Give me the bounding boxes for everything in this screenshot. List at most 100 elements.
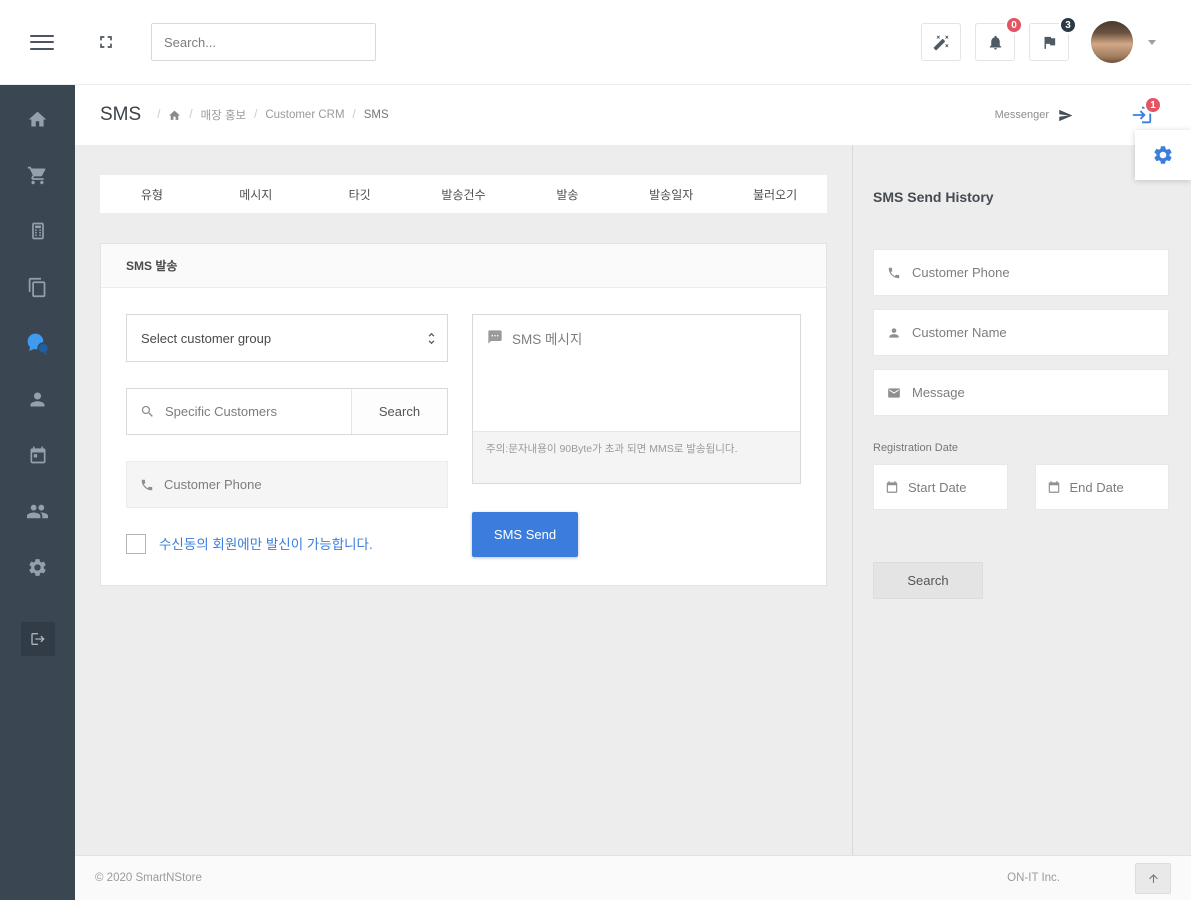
sms-send-card: SMS 발송 Select customer group Search bbox=[100, 243, 827, 586]
breadcrumb-bar: SMS / / 매장 홍보 / Customer CRM / SMS Messe… bbox=[75, 85, 1191, 145]
sms-send-button[interactable]: SMS Send bbox=[472, 512, 578, 557]
notifications-badge: 0 bbox=[1005, 16, 1023, 34]
calendar-icon bbox=[1047, 480, 1061, 494]
sidebar-item-documents[interactable] bbox=[0, 259, 75, 315]
home-crumb-icon[interactable] bbox=[168, 109, 181, 122]
column-message[interactable]: 메시지 bbox=[204, 186, 308, 203]
sidebar-item-users[interactable] bbox=[0, 483, 75, 539]
flag-badge: 3 bbox=[1059, 16, 1077, 34]
breadcrumb-right-group: Messenger 1 bbox=[995, 96, 1162, 126]
content-area: 유형 메시지 타깃 발송건수 발송 발송일자 불러오기 SMS 발송 Selec… bbox=[75, 145, 1191, 855]
breadcrumb-item-store-promo[interactable]: 매장 홍보 bbox=[201, 107, 247, 123]
arrow-up-icon bbox=[1147, 872, 1160, 885]
registration-date-row bbox=[873, 464, 1169, 510]
company-text: ON-IT Inc. bbox=[1007, 872, 1060, 884]
top-navbar: 0 3 bbox=[0, 0, 1191, 85]
customer-search-button[interactable]: Search bbox=[351, 389, 447, 434]
magic-wand-button[interactable] bbox=[921, 23, 961, 61]
main-area: SMS / / 매장 홍보 / Customer CRM / SMS Messe… bbox=[75, 85, 1191, 900]
signin-button[interactable]: 1 bbox=[1131, 96, 1162, 126]
sidebar bbox=[0, 85, 75, 900]
start-date-input[interactable] bbox=[908, 479, 996, 495]
avatar[interactable] bbox=[1091, 21, 1133, 63]
specific-customers-group: Search bbox=[126, 388, 448, 435]
sidebar-item-logout[interactable] bbox=[0, 615, 75, 663]
registration-date-label: Registration Date bbox=[873, 442, 958, 454]
documents-icon bbox=[27, 277, 48, 298]
users-icon bbox=[26, 500, 49, 523]
column-type[interactable]: 유형 bbox=[100, 186, 204, 203]
search-input[interactable] bbox=[151, 23, 376, 61]
message-column: 주의:문자내용이 90Byte가 초과 되면 MMS로 발송됩니다. SMS S… bbox=[472, 314, 801, 557]
cart-icon bbox=[27, 165, 48, 186]
unfold-more-icon bbox=[424, 331, 439, 346]
history-customer-phone-input[interactable] bbox=[912, 265, 1155, 280]
sidebar-toggle-button[interactable] bbox=[30, 30, 54, 54]
byte-notice: 주의:문자내용이 90Byte가 초과 되면 MMS로 발송됩니다. bbox=[473, 431, 800, 483]
column-target[interactable]: 타깃 bbox=[308, 186, 412, 203]
calculator-icon bbox=[28, 221, 48, 241]
breadcrumb-item-customer-crm[interactable]: Customer CRM bbox=[265, 109, 344, 121]
customer-group-value: Select customer group bbox=[141, 330, 272, 346]
breadcrumb-separator: / bbox=[254, 109, 258, 121]
bell-icon bbox=[987, 34, 1004, 51]
notifications-button[interactable]: 0 bbox=[975, 16, 1023, 61]
sidebar-item-home[interactable] bbox=[0, 91, 75, 147]
breadcrumb-separator: / bbox=[189, 109, 193, 121]
customer-phone-field bbox=[126, 461, 448, 508]
sms-message-input-area bbox=[473, 315, 800, 431]
flag-button[interactable]: 3 bbox=[1029, 16, 1077, 61]
calendar-icon bbox=[885, 480, 899, 494]
flag-icon bbox=[1041, 34, 1058, 51]
history-name-field bbox=[873, 309, 1169, 356]
home-icon bbox=[27, 109, 48, 130]
column-send[interactable]: 발송 bbox=[515, 186, 619, 203]
messenger-link[interactable]: Messenger bbox=[995, 109, 1049, 121]
recipient-column: Select customer group Search bbox=[126, 314, 448, 557]
fullscreen-icon[interactable] bbox=[96, 32, 116, 52]
customer-icon bbox=[27, 389, 48, 410]
phone-icon bbox=[140, 478, 154, 492]
sms-table-header: 유형 메시지 타깃 발송건수 발송 발송일자 불러오기 bbox=[100, 175, 827, 213]
history-message-field bbox=[873, 369, 1169, 416]
sidebar-item-calculator[interactable] bbox=[0, 203, 75, 259]
consent-label[interactable]: 수신동의 회원에만 발신이 가능합니다. bbox=[159, 537, 373, 552]
sidebar-item-calendar[interactable] bbox=[0, 427, 75, 483]
sms-history-panel: SMS Send History Registration Date bbox=[852, 145, 1191, 855]
column-send-date[interactable]: 발송일자 bbox=[619, 186, 723, 203]
signin-badge: 1 bbox=[1144, 96, 1162, 114]
sidebar-item-settings[interactable] bbox=[0, 539, 75, 595]
messenger-send-icon[interactable] bbox=[1058, 108, 1073, 123]
column-load[interactable]: 불러오기 bbox=[723, 186, 827, 203]
specific-customers-input[interactable] bbox=[165, 404, 351, 419]
phone-icon bbox=[887, 266, 901, 280]
history-panel-title: SMS Send History bbox=[873, 189, 994, 205]
breadcrumb: / / 매장 홍보 / Customer CRM / SMS bbox=[157, 107, 388, 123]
breadcrumb-separator: / bbox=[157, 109, 161, 121]
scroll-top-button[interactable] bbox=[1135, 862, 1171, 894]
gear-icon bbox=[27, 557, 48, 578]
history-customer-name-input[interactable] bbox=[912, 325, 1155, 340]
customer-group-select[interactable]: Select customer group bbox=[126, 314, 448, 362]
sidebar-item-cart[interactable] bbox=[0, 147, 75, 203]
logout-icon bbox=[20, 622, 55, 656]
chevron-down-icon[interactable] bbox=[1148, 39, 1156, 45]
sidebar-item-customer[interactable] bbox=[0, 371, 75, 427]
customer-phone-input[interactable] bbox=[164, 477, 434, 492]
search-icon bbox=[140, 404, 155, 419]
settings-panel-toggle[interactable] bbox=[1135, 130, 1191, 180]
sms-message-input[interactable] bbox=[512, 328, 786, 418]
consent-checkbox[interactable] bbox=[126, 534, 146, 554]
history-message-input[interactable] bbox=[912, 385, 1155, 400]
start-date-field bbox=[873, 464, 1008, 510]
consent-row: 수신동의 회원에만 발신이 가능합니다. bbox=[126, 534, 448, 556]
end-date-field bbox=[1034, 464, 1169, 510]
column-send-count[interactable]: 발송건수 bbox=[412, 186, 516, 203]
page-title: SMS bbox=[100, 104, 142, 125]
footer: © 2020 SmartNStore ON-IT Inc. bbox=[75, 855, 1191, 900]
sms-content-column: 유형 메시지 타깃 발송건수 발송 발송일자 불러오기 SMS 발송 Selec… bbox=[75, 145, 852, 855]
envelope-icon bbox=[887, 386, 901, 400]
end-date-input[interactable] bbox=[1069, 479, 1157, 495]
history-search-button[interactable]: Search bbox=[873, 562, 983, 599]
sidebar-item-chat[interactable] bbox=[0, 315, 75, 371]
